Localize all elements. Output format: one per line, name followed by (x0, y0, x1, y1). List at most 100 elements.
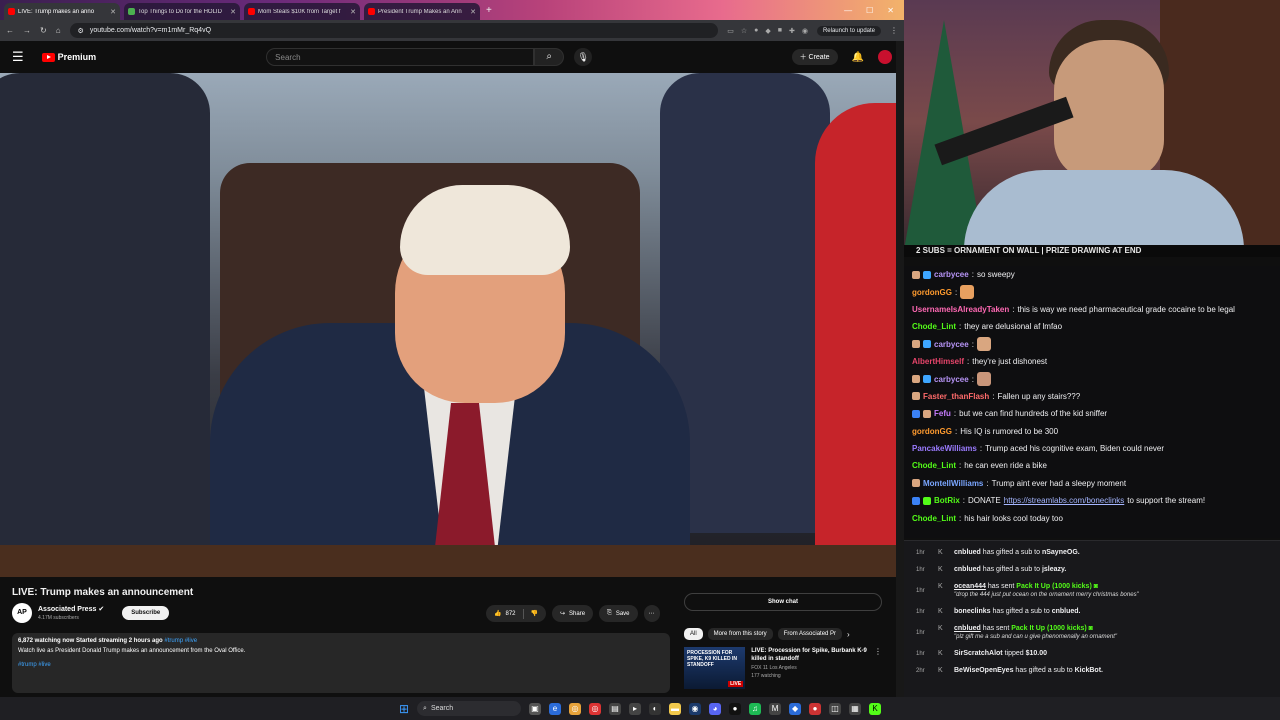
new-tab-icon[interactable]: + (486, 5, 492, 16)
obs-icon[interactable]: ● (729, 702, 742, 715)
event-target[interactable]: jsleazy. (1042, 566, 1066, 573)
app-icon[interactable]: ◆ (789, 702, 802, 715)
search-icon[interactable]: ⌕ (534, 48, 565, 66)
forward-icon[interactable]: → (23, 26, 31, 35)
chat-username[interactable]: carbycee (934, 340, 969, 349)
relaunch-button[interactable]: Relaunch to update (816, 25, 881, 36)
extension-icon[interactable]: ◆ (765, 27, 770, 35)
event-user[interactable]: cnblued (954, 566, 981, 573)
event-user[interactable]: boneclinks (954, 608, 991, 615)
kick-icon[interactable]: K (869, 702, 882, 715)
app-icon[interactable]: ▦ (849, 702, 862, 715)
chat-username[interactable]: Faster_thanFlash (923, 392, 989, 401)
app-icon[interactable]: ▤ (609, 702, 622, 715)
tab-3[interactable]: Mom Steals $10K from Target f ✕ (244, 3, 360, 20)
site-info-icon[interactable]: ⚙ (78, 27, 84, 35)
terminal-icon[interactable]: ▸ (629, 702, 642, 715)
event-user[interactable]: cnblued (954, 549, 981, 556)
description-hashtags[interactable]: #trump #live (18, 662, 664, 668)
chevron-right-icon[interactable]: › (847, 630, 850, 639)
more-menu-icon[interactable]: ⋮ (874, 647, 882, 689)
page-scrollbar[interactable] (896, 41, 904, 697)
thumbs-down-icon[interactable]: 👎 (531, 610, 538, 617)
close-window-icon[interactable]: ✕ (887, 6, 894, 15)
app-icon[interactable]: ◫ (829, 702, 842, 715)
chat-link[interactable]: https://streamlabs.com/boneclinks (1004, 496, 1125, 505)
chat-username[interactable]: carbycee (934, 270, 969, 279)
search-input[interactable]: Search (266, 48, 535, 66)
save-button[interactable]: ⎘ Save (599, 605, 638, 622)
app-icon[interactable]: ● (809, 702, 822, 715)
spotify-icon[interactable]: ♫ (749, 702, 762, 715)
chat-username[interactable]: gordonGG (912, 288, 952, 297)
reload-icon[interactable]: ↻ (40, 26, 47, 35)
steam-icon[interactable]: ◉ (689, 702, 702, 715)
chat-username[interactable]: carbycee (934, 375, 969, 384)
chat-username[interactable]: BotRix (934, 496, 960, 505)
chat-username[interactable]: gordonGG (912, 427, 952, 436)
chat-username[interactable]: Fefu (934, 409, 951, 418)
chat-username[interactable]: Chode_Lint (912, 514, 956, 523)
microphone-icon[interactable]: 🎙 (574, 48, 593, 66)
tab-4[interactable]: President Trump Makes an Ann ✕ (364, 3, 480, 20)
close-icon[interactable]: ✕ (110, 8, 116, 16)
close-icon[interactable]: ✕ (470, 8, 476, 16)
description-meta-tags[interactable]: #trump #live (164, 638, 197, 644)
recommended-video[interactable]: PROCESSION FOR SPIKE, K9 KILLED IN STAND… (684, 647, 882, 689)
extension-icon[interactable]: ■ (778, 27, 782, 35)
extension-icon[interactable]: ● (754, 27, 758, 35)
discord-icon[interactable]: ◕ (709, 702, 722, 715)
video-thumbnail[interactable]: PROCESSION FOR SPIKE, K9 KILLED IN STAND… (684, 647, 746, 689)
event-user[interactable]: cnblued (954, 625, 981, 632)
chat-username[interactable]: Chode_Lint (912, 461, 956, 470)
chat-username[interactable]: Chode_Lint (912, 322, 956, 331)
event-user[interactable]: ocean444 (954, 583, 986, 590)
show-chat-button[interactable]: Show chat (684, 593, 882, 611)
more-actions-icon[interactable]: ⋯ (643, 605, 660, 622)
channel-avatar[interactable]: AP (12, 603, 32, 623)
like-button[interactable]: 👍 872 👎 (486, 605, 546, 622)
edge-browser-icon[interactable]: e (549, 702, 562, 715)
video-player[interactable] (0, 73, 896, 577)
youtube-logo[interactable]: Premium (41, 52, 96, 62)
more-menu-icon[interactable]: ⋮ (890, 26, 898, 35)
event-user[interactable]: BeWiseOpenEyes (954, 667, 1013, 674)
recommended-title[interactable]: LIVE: Procession for Spike, Burbank K-9 … (751, 647, 868, 663)
create-button[interactable]: ＋ Create (791, 49, 838, 65)
chat-username[interactable]: AlbertHimself (912, 357, 964, 366)
home-icon[interactable]: ⌂ (56, 26, 61, 35)
bookmark-star-icon[interactable]: ☆ (741, 27, 747, 35)
description-box[interactable]: 6,872 watching now Started streaming 2 h… (12, 633, 670, 693)
avatar[interactable] (878, 50, 892, 64)
event-target[interactable]: cnblued. (1052, 608, 1081, 615)
chip-from-channel[interactable]: From Associated Pr (777, 628, 843, 640)
chat-username[interactable]: PancakeWilliams (912, 444, 977, 453)
tab-2[interactable]: Top Things to Do for the HOLID ✕ (124, 3, 240, 20)
event-target[interactable]: KickBot. (1075, 667, 1103, 674)
app-icon[interactable]: M (769, 702, 782, 715)
app-icon[interactable]: ◐ (649, 702, 662, 715)
cast-icon[interactable]: ▭ (727, 27, 734, 35)
back-icon[interactable]: ← (6, 26, 14, 35)
notifications-bell-icon[interactable]: 🔔 (852, 52, 864, 63)
tab-1[interactable]: LIVE: Trump makes an anno ✕ (4, 3, 120, 20)
hamburger-menu-icon[interactable]: ☰ (12, 49, 24, 65)
event-target[interactable]: nSayneOG. (1042, 549, 1080, 556)
puzzle-icon[interactable]: ✚ (789, 27, 795, 35)
maximize-icon[interactable]: ☐ (866, 6, 873, 15)
chrome-icon[interactable]: ◎ (569, 702, 582, 715)
minimize-icon[interactable]: — (844, 6, 852, 15)
close-icon[interactable]: ✕ (350, 8, 356, 16)
task-view-icon[interactable]: ▣ (529, 702, 542, 715)
chip-more-from-story[interactable]: More from this story (707, 628, 773, 640)
chat-username[interactable]: MontellWilliams (923, 479, 983, 488)
channel-name[interactable]: Associated Press ✔ (38, 605, 104, 613)
event-user[interactable]: SirScratchAlot (954, 650, 1003, 657)
windows-start-icon[interactable]: ⊞ (399, 702, 409, 716)
chat-username[interactable]: UsernameIsAlreadyTaken (912, 305, 1009, 314)
profile-icon[interactable]: ◉ (802, 27, 808, 35)
chip-all[interactable]: All (684, 628, 703, 640)
taskbar-search[interactable]: ⌕ Search (417, 701, 522, 716)
close-icon[interactable]: ✕ (230, 8, 236, 16)
file-explorer-icon[interactable]: ▬ (669, 702, 682, 715)
